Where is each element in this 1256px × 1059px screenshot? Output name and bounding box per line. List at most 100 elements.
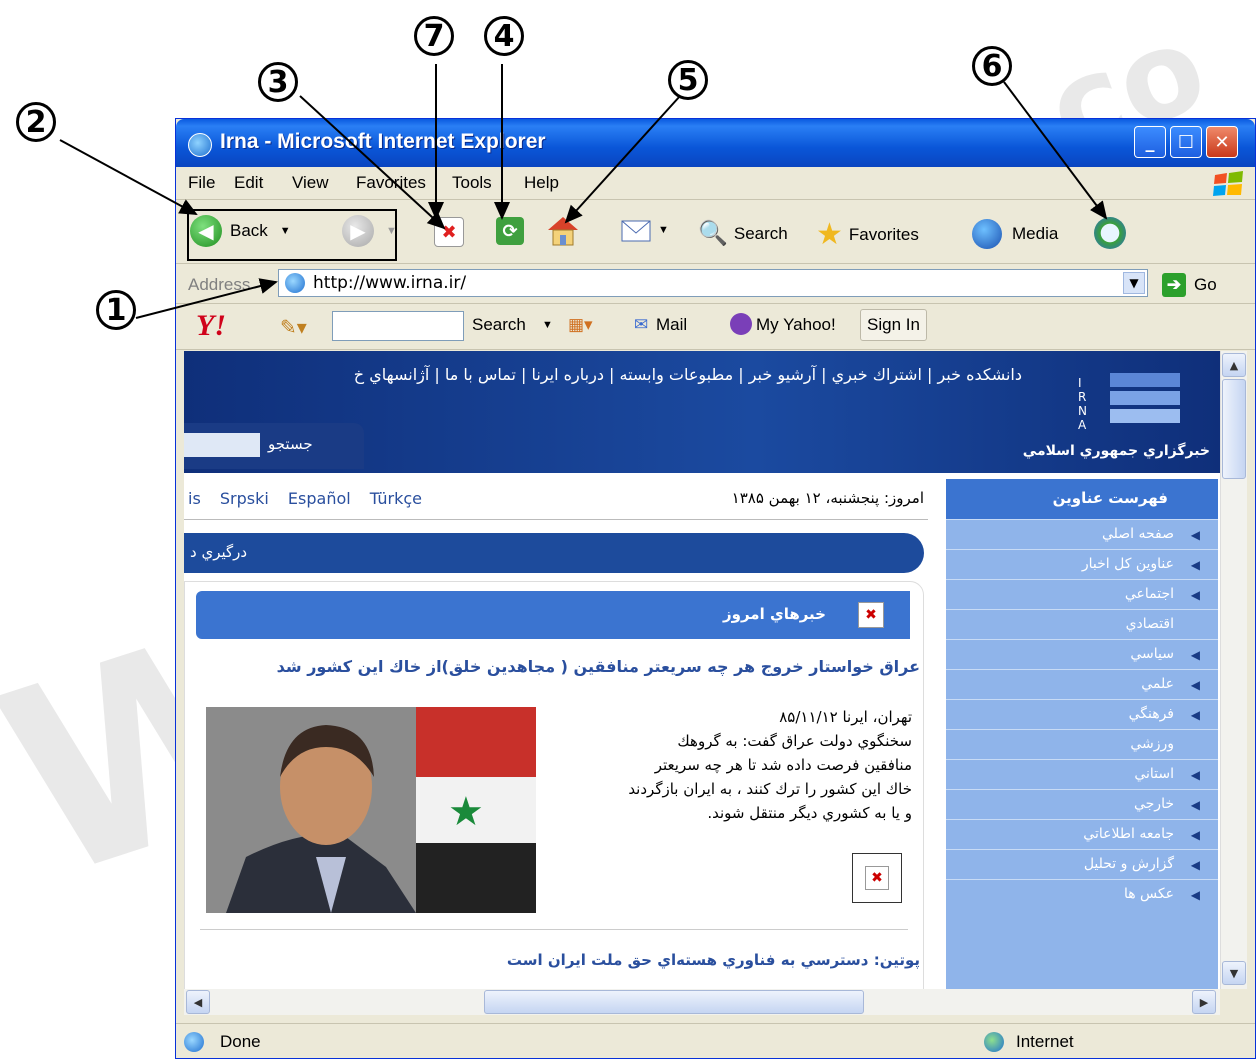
site-search-button[interactable]: جستجو: [268, 435, 313, 453]
internet-zone-icon: [984, 1032, 1004, 1052]
article-summary: تهران، ايرنا ۸۵/۱۱/۱۲ سخنگوي دولت عراق گ…: [556, 705, 912, 825]
sidebar-item-label: جامعه اطلاعاتي: [1083, 826, 1174, 842]
address-dropdown-icon[interactable]: ▼: [1123, 272, 1145, 294]
yahoo-toolbar: Y! ✎▾ Search ▼ ▦▾ ✉ Mail My Yahoo! Sign …: [176, 305, 1255, 350]
back-label: Back: [230, 221, 268, 240]
pencil-icon[interactable]: ✎▾: [280, 315, 307, 339]
star-icon: ★: [816, 218, 843, 251]
lang-link[interactable]: is: [188, 489, 201, 508]
sidebar-item[interactable]: اقتصادي: [946, 609, 1218, 639]
history-button[interactable]: [1094, 217, 1126, 249]
ticker-text[interactable]: درگيري د: [190, 543, 247, 561]
browser-window: Irna - Microsoft Internet Explorer _ ☐ ✕…: [175, 118, 1256, 1059]
windows-logo-icon: [1213, 171, 1243, 196]
title-bar[interactable]: Irna - Microsoft Internet Explorer _ ☐ ✕: [176, 119, 1255, 167]
news-header: ✖ خبرهاي امروز: [196, 591, 910, 639]
scroll-right-icon[interactable]: ▶: [1192, 990, 1216, 1014]
myyahoo-button[interactable]: My Yahoo!: [756, 315, 836, 335]
horizontal-scrollbar[interactable]: ◀ ▶: [184, 989, 1220, 1015]
sidebar-item[interactable]: ◀ اجتماعي: [946, 579, 1218, 609]
sidebar-item-label: عكس ها: [1123, 886, 1174, 902]
back-dropdown-icon[interactable]: ▼: [280, 225, 291, 237]
scroll-up-icon[interactable]: ▲: [1222, 353, 1246, 377]
news-header-title: خبرهاي امروز: [723, 605, 826, 623]
forward-button[interactable]: ▶ ▼: [342, 215, 397, 247]
scroll-left-icon[interactable]: ◀: [186, 990, 210, 1014]
sidebar-item-label: علمي: [1141, 676, 1174, 692]
news-photo: ★: [206, 707, 536, 913]
favorites-button[interactable]: ★ Favorites: [816, 217, 919, 252]
sidebar-item[interactable]: ◀ استاني: [946, 759, 1218, 789]
address-bar: Address http://www.irna.ir/ ▼ ➔ Go: [176, 265, 1255, 304]
headline-link[interactable]: پوتين: دسترسي به فناوري هسته‌اي حق ملت ا…: [507, 951, 920, 969]
forward-dropdown-icon[interactable]: ▼: [386, 225, 397, 237]
refresh-button[interactable]: ⟳: [496, 217, 524, 245]
go-button[interactable]: ➔ Go: [1162, 273, 1217, 297]
site-search-input[interactable]: [184, 433, 260, 457]
scroll-thumb[interactable]: [484, 990, 864, 1014]
maximize-icon[interactable]: ☐: [1170, 126, 1202, 158]
media-label: Media: [1012, 224, 1059, 243]
svg-text:★: ★: [448, 789, 484, 835]
yahoo-mail-button[interactable]: Mail: [656, 315, 687, 335]
close-icon[interactable]: ✕: [1206, 126, 1238, 158]
callout-5: 5: [668, 60, 708, 100]
menu-edit[interactable]: Edit: [234, 173, 263, 193]
ie-icon: [188, 133, 212, 157]
yahoo-logo[interactable]: Y!: [196, 309, 226, 343]
sidebar-item[interactable]: ◀ صفحه اصلي: [946, 519, 1218, 549]
article-line: منافقين فرصت داده شد تا هر چه سريعتر: [654, 756, 912, 774]
mail-button[interactable]: ▼: [620, 215, 669, 245]
banner-nav-links[interactable]: دانشکده خبر | اشتراك خبري | آرشيو خبر | …: [354, 365, 1022, 384]
vertical-scrollbar[interactable]: ▲ ▼: [1220, 351, 1247, 989]
menu-help[interactable]: Help: [524, 173, 559, 193]
minimize-icon[interactable]: _: [1134, 126, 1166, 158]
menu-view[interactable]: View: [292, 173, 329, 193]
sidebar-title: فهرست عناوين: [1052, 489, 1168, 507]
sidebar-item[interactable]: ◀ فرهنگي: [946, 699, 1218, 729]
search-button[interactable]: 🔍 Search: [698, 219, 788, 248]
today-date: امروز: پنجشنبه، ۱۲ بهمن ۱۳۸۵: [731, 489, 924, 507]
sidebar-item[interactable]: ◀ عكس ها: [946, 879, 1218, 909]
headline-link[interactable]: عراق خواستار خروج هر چه سريعتر منافقين (…: [277, 657, 920, 676]
lang-link-srpski[interactable]: Srpski: [220, 489, 269, 508]
lang-link-turkce[interactable]: Türkçe: [370, 489, 422, 508]
irna-banner: دانشکده خبر | اشتراك خبري | آرشيو خبر | …: [184, 351, 1220, 473]
home-button[interactable]: [546, 215, 580, 247]
arrow-left-icon: ◀: [1190, 678, 1200, 692]
yahoo-search-input[interactable]: [332, 311, 464, 341]
zone-text: Internet: [1016, 1032, 1074, 1051]
divider: [200, 929, 908, 930]
lang-link-espanol[interactable]: Español: [288, 489, 351, 508]
menu-tools[interactable]: Tools: [452, 173, 492, 193]
article-line: تهران، ايرنا ۸۵/۱۱/۱۲: [779, 708, 912, 726]
sidebar-item[interactable]: ◀ علمي: [946, 669, 1218, 699]
menu-favorites[interactable]: Favorites: [356, 173, 426, 193]
sidebar-item[interactable]: ورزشي: [946, 729, 1218, 759]
page-status-icon: [184, 1032, 204, 1052]
menu-file[interactable]: File: [188, 173, 215, 193]
signin-button[interactable]: Sign In: [860, 309, 927, 341]
sidebar-item[interactable]: ◀ خارجي: [946, 789, 1218, 819]
sidebar-item[interactable]: ◀ گزارش و تحليل: [946, 849, 1218, 879]
divider: [184, 519, 928, 520]
address-input[interactable]: http://www.irna.ir/ ▼: [278, 269, 1148, 297]
scroll-thumb[interactable]: [1222, 379, 1246, 479]
mail-envelope-icon: [621, 220, 651, 242]
sidebar-item[interactable]: ◀ جامعه اطلاعاتي: [946, 819, 1218, 849]
mail-dropdown-icon[interactable]: ▼: [658, 224, 669, 236]
sidebar-item[interactable]: ◀ سياسي: [946, 639, 1218, 669]
article-line: خاك اين كشور را ترك كنند ، به ايران بازگ…: [628, 780, 912, 798]
sidebar-item-label: گزارش و تحليل: [1083, 856, 1174, 872]
stop-button[interactable]: ✖: [434, 217, 464, 247]
yahoo-search-dropdown-icon[interactable]: ▼: [542, 319, 553, 331]
media-button[interactable]: Media: [972, 219, 1058, 249]
svg-text:R: R: [1078, 390, 1086, 404]
arrow-left-icon: ◀: [1190, 558, 1200, 572]
yahoo-calendar-icon[interactable]: ▦▾: [568, 315, 593, 335]
scroll-down-icon[interactable]: ▼: [1222, 961, 1246, 985]
address-url: http://www.irna.ir/: [313, 273, 467, 293]
yahoo-search-button[interactable]: Search: [472, 315, 526, 335]
sidebar-item[interactable]: ◀ عناوين كل اخبار: [946, 549, 1218, 579]
back-button[interactable]: ◀ Back ▼: [190, 215, 291, 247]
